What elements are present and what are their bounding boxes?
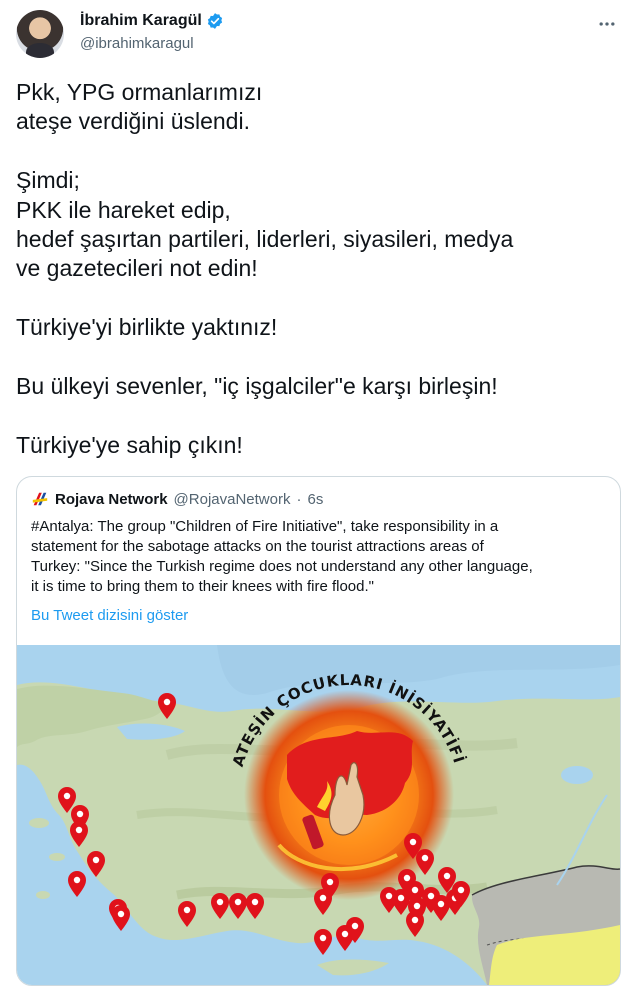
- quoted-tweet-line: statement for the sabotage attacks on th…: [31, 538, 484, 555]
- tweet-line: Türkiye'ye sahip çıkın!: [16, 431, 243, 458]
- quoted-time: 6s: [307, 490, 324, 508]
- tweet-line: ve gazetecileri not edin!: [16, 255, 258, 282]
- tweet-body: Pkk, YPG ormanlarımızı ateşe verdiğini üs…: [16, 78, 616, 460]
- tweet-blank-line: [16, 137, 616, 166]
- tweet-line: Şimdi;: [16, 167, 80, 194]
- quoted-tweet-line: Turkey: "Since the Turkish regime does n…: [31, 558, 533, 575]
- author-avatar[interactable]: [16, 10, 64, 58]
- tweet-blank-line: [16, 343, 616, 372]
- quoted-tweet-header: Rojava Network @RojavaNetwork · 6s: [31, 490, 323, 508]
- tweet-line: hedef şaşırtan partileri, liderleri, siy…: [16, 226, 514, 253]
- tweet-line: Bu ülkeyi sevenler, "iç işgalciler"e kar…: [16, 373, 498, 400]
- quoted-tweet-image[interactable]: ATEŞİN ÇOCUKLARI İNİSİYATİFİ: [17, 645, 620, 985]
- tweet-line: ateşe verdiğini üslendi.: [16, 108, 250, 135]
- tweet-blank-line: [16, 284, 616, 313]
- quoted-tweet[interactable]: Rojava Network @RojavaNetwork · 6s #Anta…: [16, 476, 621, 986]
- quoted-author-name: Rojava Network: [55, 490, 168, 508]
- quoted-author-handle: @RojavaNetwork: [173, 490, 291, 508]
- author-name-row: İbrahim Karagül: [80, 12, 224, 30]
- verified-badge-icon: [207, 13, 222, 29]
- more-horizontal-icon[interactable]: [595, 12, 619, 36]
- author-handle[interactable]: @ibrahimkaragul: [80, 35, 194, 52]
- tweet-header: İbrahim Karagül @ibrahimkaragul: [16, 10, 619, 66]
- quoted-separator: ·: [296, 490, 302, 508]
- rojava-network-logo-icon: [32, 492, 48, 506]
- quoted-tweet-line: it is time to bring them to their knees …: [31, 578, 374, 595]
- show-thread-link[interactable]: Bu Tweet dizisini göster: [31, 607, 188, 624]
- tweet-blank-line: [16, 401, 616, 430]
- tweet-line: Pkk, YPG ormanlarımızı: [16, 79, 263, 105]
- author-name[interactable]: İbrahim Karagül: [80, 12, 202, 30]
- tweet-line: Türkiye'yi birlikte yaktınız!: [16, 314, 278, 341]
- quoted-tweet-line: #Antalya: The group "Children of Fire In…: [31, 518, 499, 535]
- quoted-tweet-text: #Antalya: The group "Children of Fire In…: [31, 517, 609, 597]
- tweet-line: PKK ile hareket edip,: [16, 196, 231, 223]
